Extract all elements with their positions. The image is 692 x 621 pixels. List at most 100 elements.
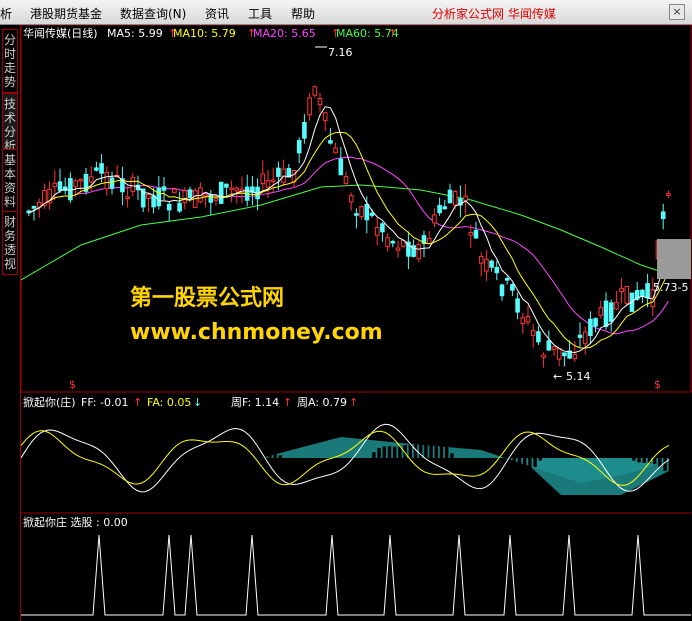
menu-help[interactable]: 帮助 [291,5,315,22]
indicator-bar [512,458,516,486]
indicator-bar [335,458,340,483]
indicator-bar [242,439,246,458]
indicator-bar [351,458,355,479]
low-price-label: 5.14 [566,370,591,383]
indicator-bar [637,458,641,463]
candle-body [447,189,453,204]
tab-technical[interactable]: 技术分析 [2,93,18,157]
candle-body [151,195,156,208]
candle-body [546,340,552,351]
candle-body [380,223,385,233]
candle-body [395,247,401,251]
candle-body [99,163,104,174]
candle-body [213,197,219,201]
candle-body [614,302,619,310]
menu-data-query[interactable]: 数据查询(N) [120,5,186,22]
candle-body [374,227,380,236]
indicator-bar [34,441,38,458]
candle-body [333,147,338,154]
menu-news[interactable]: 资讯 [205,5,229,22]
indicator-bar [356,458,360,473]
indicator-bar [377,448,381,458]
indicator-bar [341,458,345,484]
indicator-bar [627,456,631,458]
indicator-bar [55,441,59,458]
candle-body [510,284,515,291]
indicator-bar [564,450,568,458]
ma10-line [28,131,669,349]
indicator1-plot [21,423,672,495]
indicator-bar [460,458,464,465]
indicator2-name: 掀起你庄 选股 : 0.00 [23,515,128,529]
indicator-bar [481,458,485,468]
candle-body [322,112,328,122]
candle-body [619,287,624,292]
indicator-bar [523,458,527,481]
watermark-title: 第一股票公式网 [130,286,285,311]
arrow-up-icon: ↑ [133,396,142,409]
indicator-bar [507,458,511,484]
indicator-bar [517,458,522,485]
menu-bar: 析 港股期货基金 数据查询(N) 资讯 工具 帮助 分析家公式网 华闻传媒 × [0,0,692,25]
candle-body [224,183,229,188]
indicator-bar [304,458,308,472]
candle-body [156,187,162,207]
watermark-url: www.chnmoney.com [130,320,383,345]
indicator-bar [91,438,95,458]
candle-body [660,211,666,220]
tab-fundamentals[interactable]: 基本资料 [2,149,18,213]
indicator-bar [429,431,433,458]
candle-body [666,193,671,197]
indicator-bar [294,458,298,471]
indicator-bar [257,433,262,458]
indicator-bar [179,458,184,477]
candle-body [582,331,588,345]
ma5-line [28,106,669,354]
indicator-bar [29,446,33,458]
indicator-bar [169,458,173,481]
candle-body [484,258,489,272]
indicator2-plot [21,534,691,616]
tab-financials[interactable]: 财务透视 [2,211,18,275]
indicator-bar [39,438,43,458]
indicator-bar [554,450,558,458]
indicator-bar [268,440,272,458]
indicator-bar [471,458,475,468]
indicator-bar [117,458,121,471]
indicator-bar [580,442,584,458]
candle-body [57,181,63,191]
candle-body [645,283,650,299]
candle-body [551,346,557,351]
indicator-bar [653,458,657,465]
indicator-bar [216,442,220,458]
candle-body [385,237,390,248]
indicator-bar [190,458,194,464]
indicator-bar [642,458,646,463]
tab-intraday[interactable]: 分时走势 [2,29,18,93]
candle-body [468,232,474,236]
candle-body [338,158,344,176]
indicator-bar [330,458,334,479]
candle-body [31,206,37,209]
fa-value: FA: 0.05 [147,396,191,409]
candle-body [442,206,448,210]
indicator-bar [663,458,667,471]
candle-body [577,334,583,338]
indicator-bar [439,439,444,458]
candle-body [348,195,354,203]
indicator-bar [606,433,610,458]
menu-hk-futures-funds[interactable]: 港股期货基金 [30,5,102,22]
candle-body [265,179,271,188]
candle-body [307,97,312,116]
indicator-bar [247,436,251,458]
indicator-bar [616,444,620,458]
candle-body [328,140,333,144]
indicator-bar [195,455,199,458]
ma10-label: MA10: 5.79 [173,27,236,40]
close-icon[interactable]: × [669,4,685,20]
menu-analysis[interactable]: 析 [0,5,12,22]
candle-body [562,352,567,357]
candle-body [260,173,266,184]
menu-tools[interactable]: 工具 [248,5,272,22]
indicator-bar [361,458,366,466]
